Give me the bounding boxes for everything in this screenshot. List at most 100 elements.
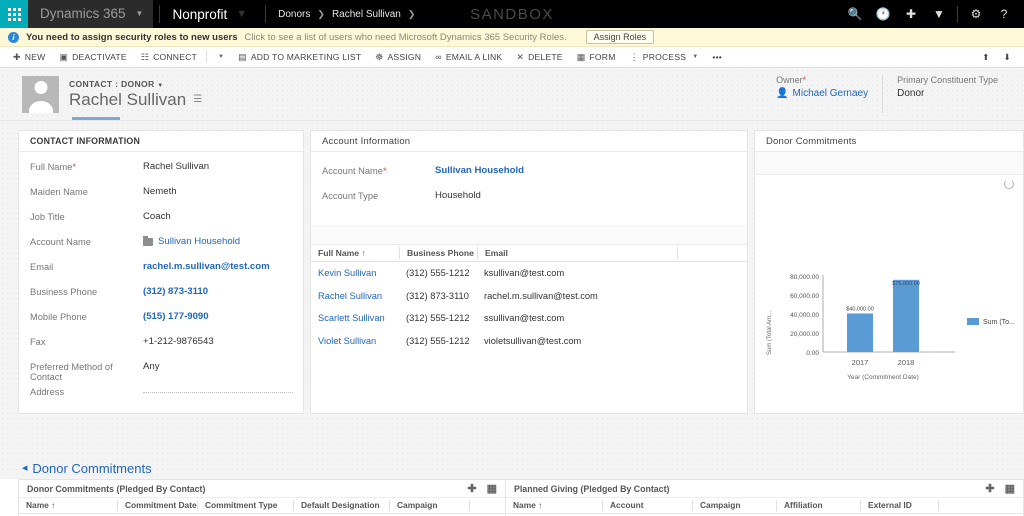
column-blank[interactable] [469,500,505,511]
breadcrumb-item-donors[interactable]: Donors [278,9,310,20]
column-business-phone[interactable]: Business Phone [399,247,477,259]
column-affiliation[interactable]: Affiliation [776,500,860,511]
search-icon[interactable]: 🔍 [841,0,869,28]
account-name-main-link[interactable]: Sullivan Household [435,165,524,176]
grid-actions: ✚ ▦ [985,482,1015,495]
column-name[interactable]: Name ↑ [506,500,602,511]
command-delete[interactable]: ✕ DELETE [509,47,569,68]
advanced-find-icon[interactable]: ▼ [925,0,953,28]
column-name[interactable]: Name ↑ [19,500,117,511]
notification-bar: i You need to assign security roles to n… [0,28,1024,47]
contact-link[interactable]: Violet Sullivan [318,336,376,346]
previous-record-button[interactable]: ⬆ [975,47,996,68]
breadcrumb-item-record[interactable]: Rachel Sullivan [332,9,401,20]
column-commitment-date[interactable]: Commitment Date [117,500,197,511]
contact-link[interactable]: Rachel Sullivan [318,291,382,301]
preferred-method-label: Preferred Method of Contact [30,362,113,382]
cell-full-name: Kevin Sullivan [311,268,399,278]
command-process[interactable]: ⋮ PROCESS ▼ [623,47,706,68]
recent-icon[interactable]: 🕐 [869,0,897,28]
command-add-to-marketing-list[interactable]: ▤ ADD TO MARKETING LIST [231,47,368,68]
record-type-selector[interactable]: CONTACT : DONOR ▼ [69,79,202,89]
record-name-label: Rachel Sullivan [69,89,187,109]
deactivate-icon: ▣ [59,51,69,62]
donor-commitments-column-headers: Name ↑ Commitment Date Commitment Type D… [19,498,505,514]
address-value-empty[interactable] [143,392,293,393]
full-name-value[interactable]: Rachel Sullivan [143,161,209,172]
command-new[interactable]: ✚ NEW [6,47,52,68]
chevron-down-icon[interactable]: ▼ [236,8,247,20]
column-blank[interactable] [938,500,1023,511]
triangle-down-icon[interactable]: ◀ [22,464,27,472]
column-external-id[interactable]: External ID [860,500,938,511]
breadcrumb: Donors ❯ Rachel Sullivan ❯ [265,5,415,23]
job-title-value[interactable]: Coach [143,211,171,222]
plus-icon: ✚ [13,51,21,62]
command-assign[interactable]: ☸ ASSIGN [368,47,428,68]
command-form[interactable]: ▦ FORM [570,47,623,68]
plus-icon[interactable]: ✚ [467,482,476,495]
help-icon[interactable]: ? [990,0,1018,28]
command-overflow-button[interactable]: ••• [705,47,729,68]
field-account-name: Account Name Sullivan Household [30,235,292,261]
contact-link[interactable]: Kevin Sullivan [318,268,376,278]
grid-actions: ✚ ▦ [467,482,497,495]
active-tab-indicator[interactable] [72,117,120,120]
form-selector-icon[interactable]: ☰ [193,94,202,105]
command-process-label: PROCESS [642,52,687,62]
brand-dynamics-365[interactable]: Dynamics 365 ▼ [28,0,154,28]
account-name-value: Sullivan Household [143,235,240,247]
email-link[interactable]: rachel.m.sullivan@test.com [143,261,270,272]
required-marker: * [72,162,76,172]
table-row[interactable]: Scarlett Sullivan (312) 555-1212 ssulliv… [311,307,747,330]
table-row[interactable]: Violet Sullivan (312) 555-1212 violetsul… [311,330,747,353]
account-type-value[interactable]: Household [435,190,481,201]
column-campaign[interactable]: Campaign [389,500,469,511]
assign-roles-button[interactable]: Assign Roles [585,30,655,44]
column-full-name[interactable]: Full Name ↑ [311,247,399,259]
open-grid-icon[interactable]: ▦ [487,482,497,495]
command-divider [205,51,207,63]
app-selector[interactable]: Nonprofit ▼ [159,5,259,23]
column-blank[interactable] [677,247,747,259]
page-title: Rachel Sullivan ☰ [69,90,202,110]
chevron-down-icon: ▼ [217,54,225,60]
account-name-label: Account Name [30,237,91,247]
maiden-name-value[interactable]: Nemeth [143,186,177,197]
bar-chart[interactable]: Sum (Total Am... 80,000.00 60,000.00 40,… [759,255,1024,405]
command-connect[interactable]: ☷ CONNECT [134,47,204,68]
process-icon: ⋮ [629,51,639,62]
cell-business-phone: (312) 873-3110 [406,290,469,301]
command-connect-caret[interactable]: ▼ [209,47,231,68]
chevron-down-icon[interactable]: ▼ [136,0,144,28]
app-launcher-button[interactable] [0,0,28,28]
business-phone-link[interactable]: (312) 873-3110 [143,286,208,297]
command-deactivate[interactable]: ▣ DEACTIVATE [52,47,133,68]
field-email: Email rachel.m.sullivan@test.com [30,261,292,286]
open-grid-icon[interactable]: ▦ [1005,482,1015,495]
mobile-phone-link[interactable]: (515) 177-9090 [143,311,209,322]
plus-icon[interactable]: ✚ [985,482,994,495]
chevron-right-icon: ❯ [407,8,416,19]
notification-subtitle: Click to see a list of users who need Mi… [244,31,567,43]
preferred-method-value[interactable]: Any [143,361,160,372]
command-email-a-link[interactable]: ∞ EMAIL A LINK [428,47,509,68]
donor-commitments-section-header[interactable]: ◀ Donor Commitments [0,457,1024,479]
settings-icon[interactable]: ⚙ [962,0,990,28]
quick-create-icon[interactable]: ✚ [897,0,925,28]
column-campaign[interactable]: Campaign [692,500,776,511]
owner-link[interactable]: Michael Gernaey [793,88,869,99]
column-commitment-type[interactable]: Commitment Type [197,500,293,511]
column-default-designation[interactable]: Default Designation [293,500,389,511]
table-row[interactable]: Rachel Sullivan (312) 873-3110 rachel.m.… [311,285,747,308]
connect-icon: ☷ [140,51,150,62]
fax-value[interactable]: +1-212-9876543 [143,336,214,347]
next-record-button[interactable]: ⬇ [997,47,1018,68]
column-account[interactable]: Account [602,500,692,511]
column-email[interactable]: Email [477,247,677,259]
contact-link[interactable]: Scarlett Sullivan [318,313,385,323]
command-assign-label: ASSIGN [387,52,422,62]
icon-divider [957,6,958,22]
account-name-link[interactable]: Sullivan Household [158,236,240,247]
table-row[interactable]: Kevin Sullivan (312) 555-1212 ksullivan@… [311,262,747,285]
